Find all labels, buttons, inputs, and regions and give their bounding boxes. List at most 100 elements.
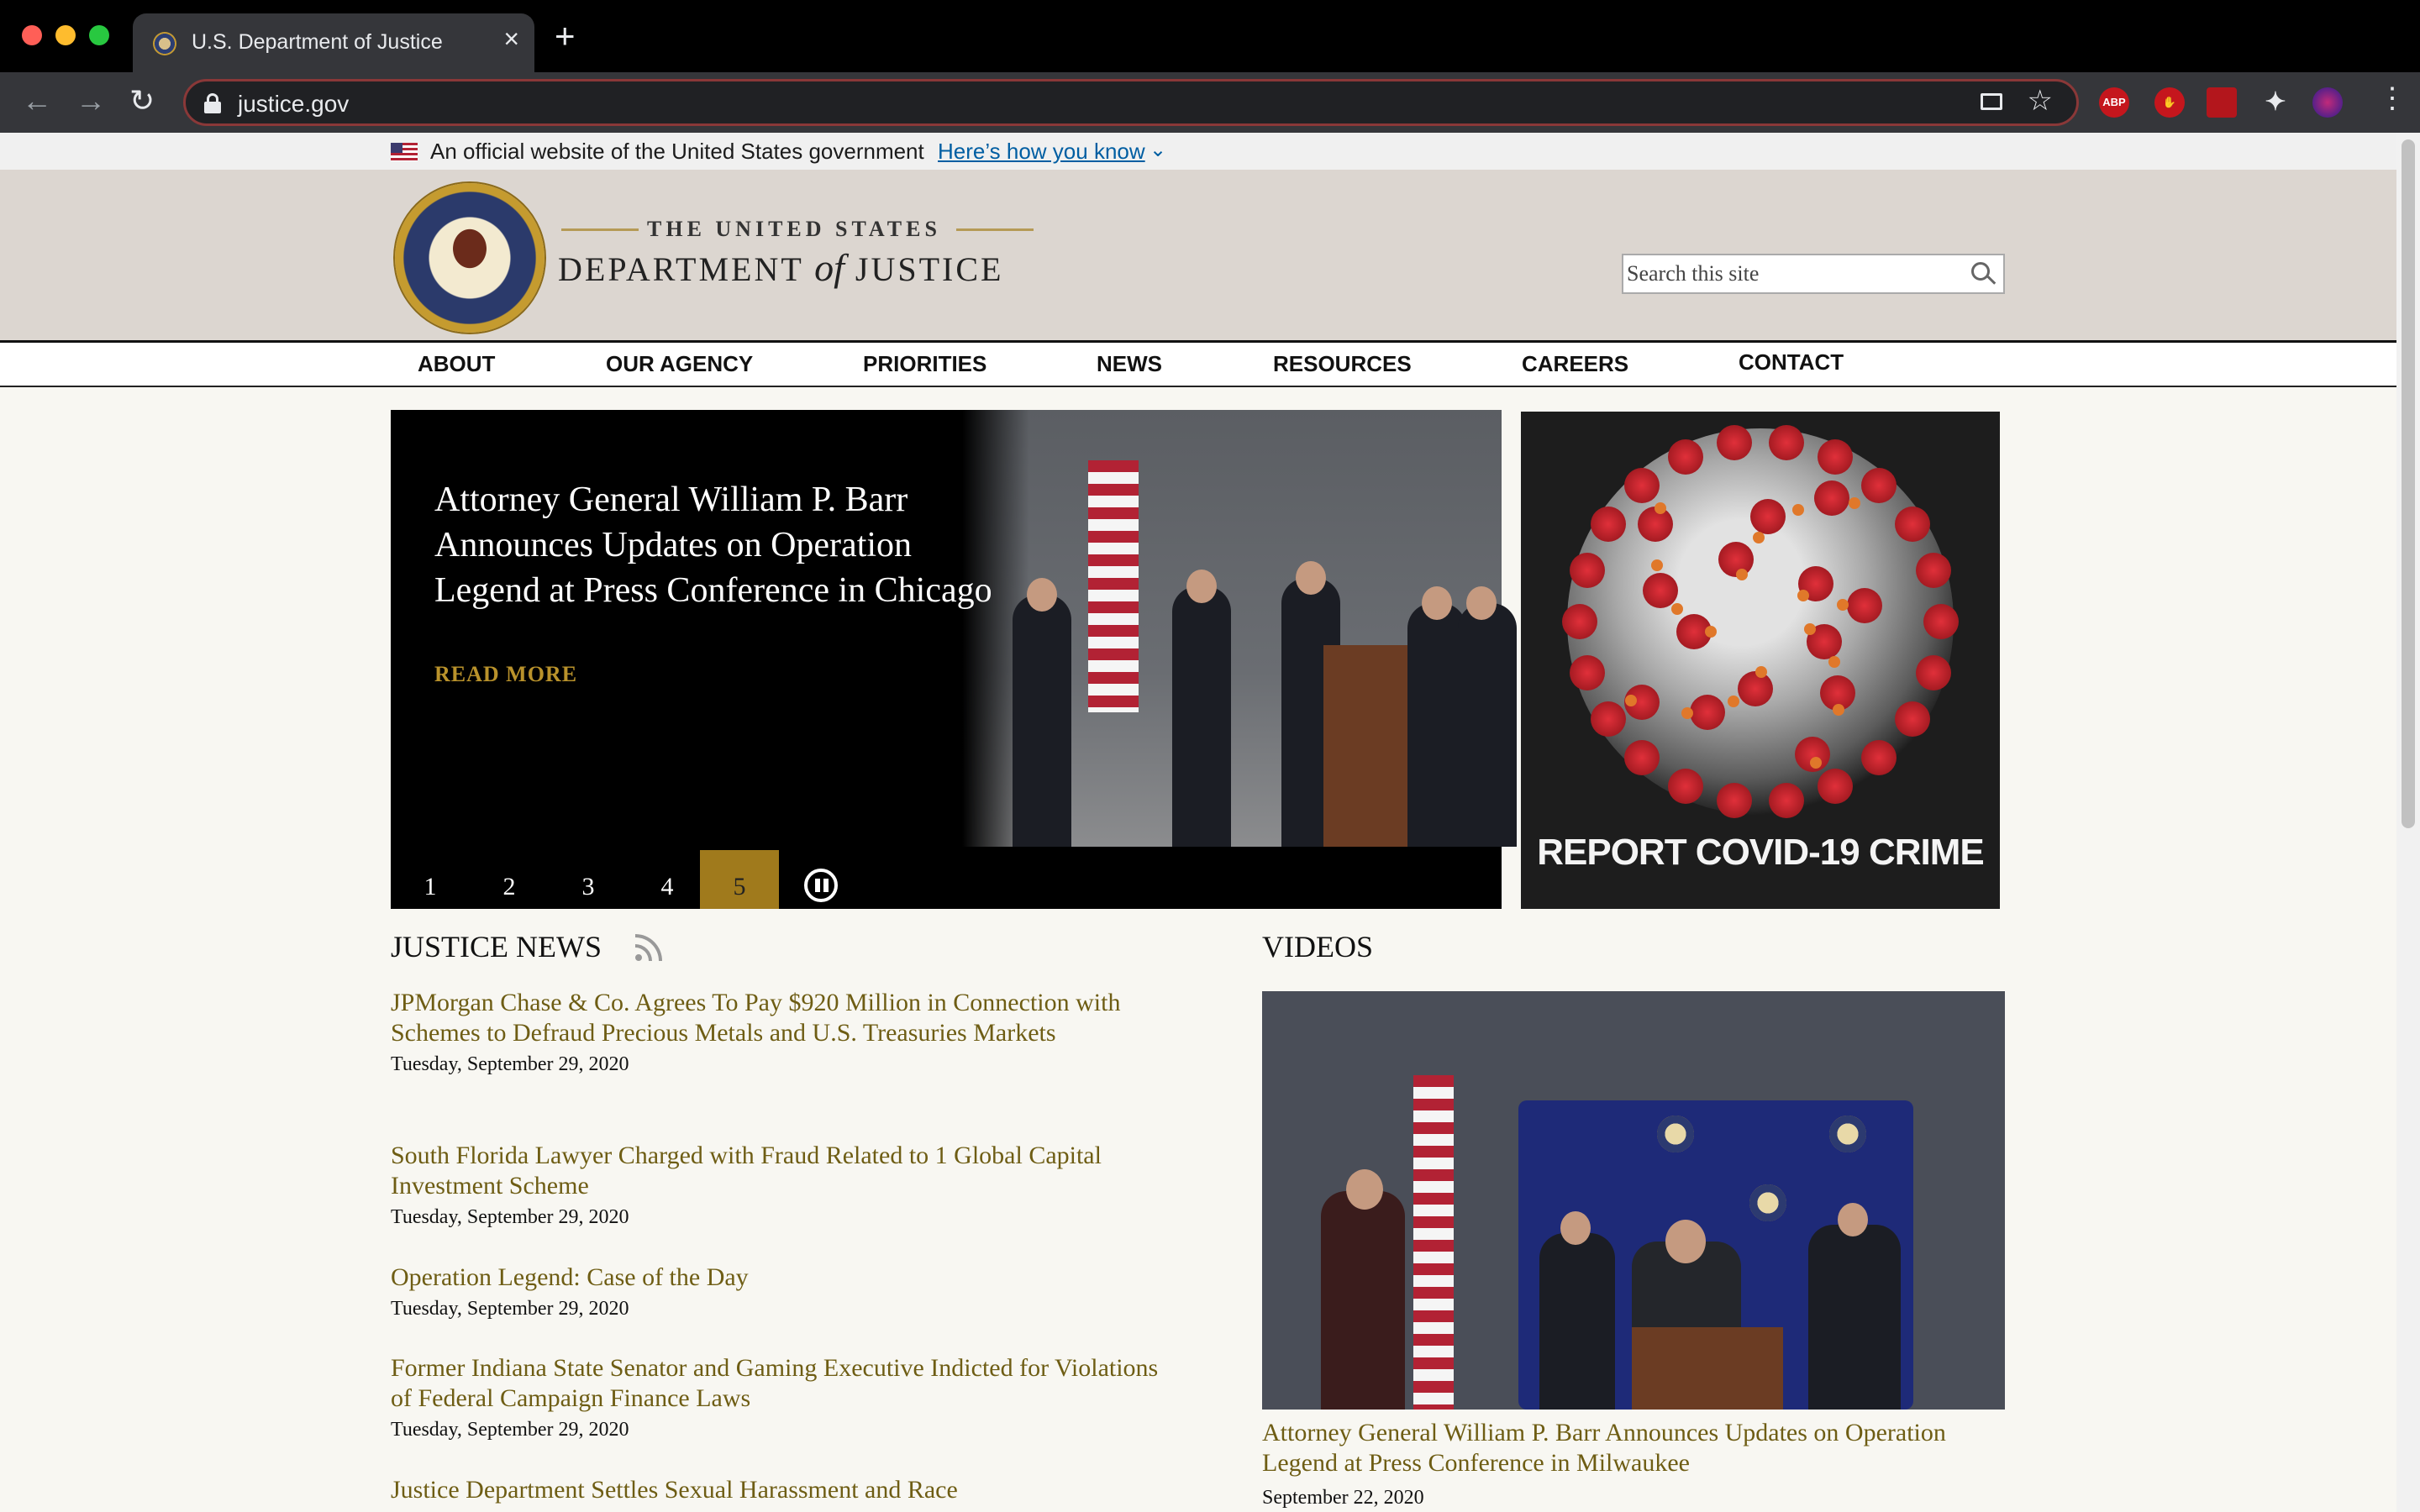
news-item: Operation Legend: Case of the Day Tuesda… — [391, 1263, 1164, 1320]
news-title[interactable]: Former Indiana State Senator and Gaming … — [391, 1353, 1164, 1414]
new-tab-icon[interactable]: + — [555, 18, 576, 54]
news-title[interactable]: Operation Legend: Case of the Day — [391, 1263, 1164, 1293]
bookmark-star-icon[interactable]: ☆ — [2028, 87, 2053, 115]
pause-icon[interactable] — [804, 869, 838, 902]
news-title[interactable]: Justice Department Settles Sexual Harass… — [391, 1475, 1164, 1505]
forward-arrow-icon[interactable]: → — [76, 86, 106, 116]
us-flag-icon — [391, 143, 418, 161]
search-input[interactable] — [1627, 259, 1963, 289]
news-date: Tuesday, September 29, 2020 — [391, 1053, 629, 1075]
news-date: Tuesday, September 29, 2020 — [391, 1419, 629, 1441]
virus-spike — [1860, 740, 1897, 776]
url-text[interactable]: justice.gov — [238, 91, 349, 118]
site-search — [1622, 254, 2005, 294]
virus-spike — [1562, 604, 1597, 639]
main-navigation: ABOUT OUR AGENCY PRIORITIES NEWS RESOURC… — [0, 343, 2396, 387]
profile-avatar[interactable] — [2312, 87, 2343, 118]
justice-news-heading[interactable]: JUSTICE NEWS — [391, 929, 602, 964]
video-date: September 22, 2020 — [1262, 1487, 1424, 1509]
virus-spike — [1737, 670, 1773, 706]
videos-heading[interactable]: VIDEOS — [1262, 929, 1373, 964]
hero-carousel: Attorney General William P. Barr Announc… — [391, 410, 1517, 909]
virus-spike — [1642, 573, 1678, 609]
nav-news[interactable]: NEWS — [1097, 351, 1162, 377]
carousel-page-3[interactable]: 3 — [549, 850, 628, 909]
address-bar[interactable]: justice.gov ☆ — [183, 79, 2079, 126]
virus-spike — [1667, 768, 1703, 804]
logo-of: of — [814, 246, 844, 289]
carousel-page-1[interactable]: 1 — [391, 850, 470, 909]
hero-press-conference-photo[interactable] — [962, 410, 1517, 847]
virus-spike — [1591, 506, 1627, 542]
virus-dot — [1832, 704, 1844, 716]
nav-careers[interactable]: CAREERS — [1522, 351, 1628, 377]
nav-about[interactable]: ABOUT — [418, 351, 495, 377]
virus-spike — [1814, 480, 1850, 516]
virus-dot — [1705, 625, 1718, 638]
minimize-window-button[interactable] — [55, 25, 76, 45]
virus-dot — [1797, 589, 1810, 601]
virus-spike — [1569, 654, 1605, 690]
logo-rule-left — [561, 228, 639, 231]
virus-dot — [1651, 559, 1664, 571]
nav-contact[interactable]: CONTACT — [1739, 349, 1844, 375]
chevron-down-icon[interactable]: ⌄ — [1150, 138, 1166, 162]
virus-spike — [1894, 506, 1930, 542]
virus-spike — [1860, 467, 1897, 503]
news-date: Tuesday, September 29, 2020 — [391, 1298, 629, 1320]
virus-spike — [1768, 782, 1804, 818]
close-tab-icon[interactable]: × — [503, 25, 519, 52]
close-window-button[interactable] — [22, 25, 42, 45]
virus-spike — [1818, 768, 1854, 804]
maximize-window-button[interactable] — [89, 25, 109, 45]
web-page: An official website of the United States… — [0, 133, 2396, 1512]
virus-spike — [1916, 654, 1952, 690]
hand-extension-icon[interactable]: ✋ — [2154, 87, 2185, 118]
logo-rule-right — [956, 228, 1034, 231]
chart-extension-icon[interactable] — [2207, 87, 2237, 118]
virus-spike — [1624, 467, 1660, 503]
browser-titlebar: U.S. Department of Justice × + — [0, 0, 2420, 72]
page-scrollbar[interactable] — [2396, 133, 2420, 1512]
news-date: Tuesday, September 29, 2020 — [391, 1206, 629, 1228]
nav-priorities[interactable]: PRIORITIES — [863, 351, 986, 377]
adblock-extension-icon[interactable]: ABP — [2099, 87, 2129, 118]
carousel-page-4[interactable]: 4 — [628, 850, 707, 909]
logo-wordmark[interactable]: DEPARTMENT of JUSTICE — [558, 245, 1003, 290]
report-covid-crime-banner[interactable]: REPORT COVID-19 CRIME — [1521, 412, 2000, 909]
virus-spike — [1717, 782, 1753, 818]
news-item: Former Indiana State Senator and Gaming … — [391, 1353, 1164, 1441]
scrollbar-thumb[interactable] — [2402, 139, 2415, 828]
hero-headline[interactable]: Attorney General William P. Barr Announc… — [434, 477, 1014, 613]
lock-icon[interactable] — [204, 93, 221, 113]
virus-dot — [1791, 504, 1804, 517]
browser-menu-icon[interactable]: ⋮ — [2378, 84, 2407, 113]
virus-spike — [1894, 701, 1930, 738]
video-title[interactable]: Attorney General William P. Barr Announc… — [1262, 1418, 2005, 1478]
carousel-page-5[interactable]: 5 — [700, 850, 779, 909]
news-title[interactable]: South Florida Lawyer Charged with Fraud … — [391, 1141, 1164, 1201]
site-header: THE UNITED STATES DEPARTMENT of JUSTICE — [0, 170, 2396, 343]
how-you-know-link[interactable]: Here’s how you know — [938, 139, 1145, 165]
virus-dot — [1752, 532, 1765, 544]
doj-seal-logo[interactable] — [395, 183, 544, 333]
rss-feed-icon[interactable] — [635, 932, 664, 961]
search-icon[interactable] — [1971, 262, 1996, 286]
logo-united-states[interactable]: THE UNITED STATES — [647, 217, 941, 242]
read-more-link[interactable]: READ MORE — [434, 662, 577, 687]
nav-resources[interactable]: RESOURCES — [1273, 351, 1412, 377]
logo-department: DEPARTMENT — [558, 250, 804, 288]
carousel-page-2[interactable]: 2 — [470, 850, 549, 909]
reload-icon[interactable]: ↻ — [129, 86, 155, 116]
browser-tab[interactable]: U.S. Department of Justice × — [133, 13, 534, 72]
nav-our-agency[interactable]: OUR AGENCY — [606, 351, 753, 377]
back-arrow-icon[interactable]: ← — [22, 86, 52, 116]
extensions-puzzle-icon[interactable]: ✦ — [2260, 87, 2291, 118]
doj-favicon-icon — [153, 32, 176, 55]
news-title[interactable]: JPMorgan Chase & Co. Agrees To Pay $920 … — [391, 988, 1164, 1048]
gov-banner-text: An official website of the United States… — [430, 139, 924, 164]
report-covid-crime-label: REPORT COVID-19 CRIME — [1537, 832, 1985, 873]
virus-dot — [1809, 756, 1822, 769]
video-thumbnail[interactable] — [1262, 991, 2005, 1410]
cast-icon[interactable] — [1981, 93, 2002, 110]
